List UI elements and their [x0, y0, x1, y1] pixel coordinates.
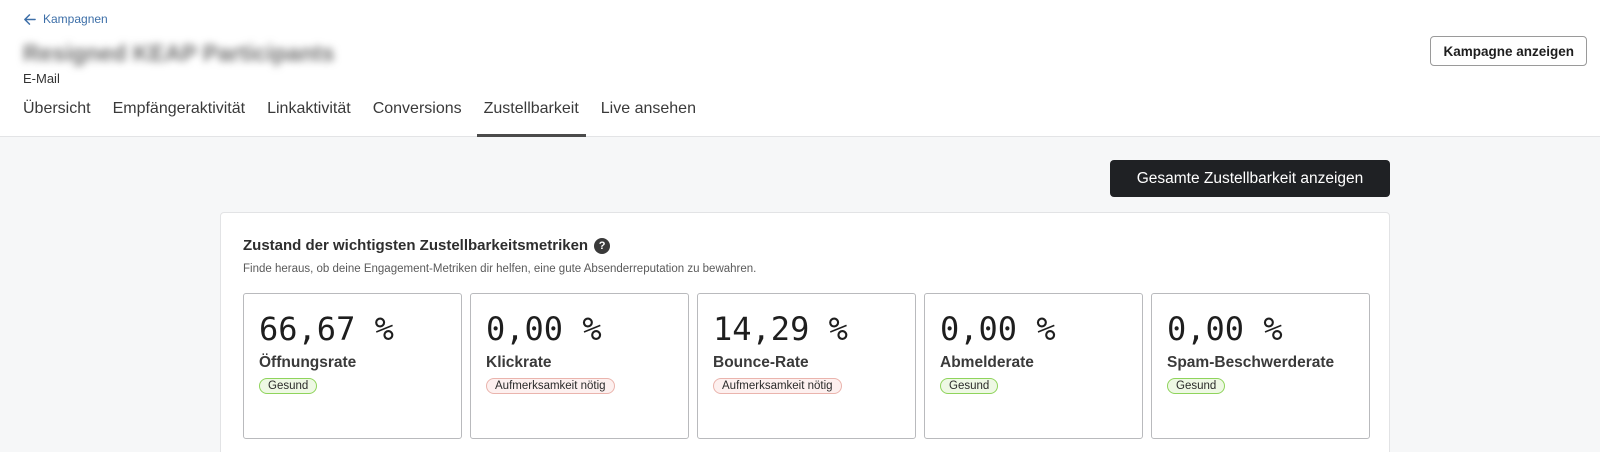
tab-link-activity[interactable]: Linkaktivität [260, 90, 358, 137]
campaign-type: E-Mail [23, 71, 60, 86]
metric-label: Öffnungsrate [259, 354, 357, 371]
metric-bounce-rate: 14,29 % Bounce-Rate Aufmerksamkeit nötig [697, 293, 916, 439]
metric-label: Spam-Beschwerderate [1167, 354, 1335, 371]
deliverability-metrics-card: Zustand der wichtigsten Zustellbarkeitsm… [220, 212, 1390, 452]
tab-recipient-activity[interactable]: Empfängeraktivität [106, 90, 253, 137]
card-subtitle: Finde heraus, ob deine Engagement-Metrik… [243, 263, 757, 275]
metric-value: 66,67 % [259, 310, 394, 348]
card-title-text: Zustand der wichtigsten Zustellbarkeitsm… [243, 237, 589, 254]
status-badge: Aufmerksamkeit nötig [486, 378, 615, 394]
status-badge: Gesund [940, 378, 999, 394]
tab-live-view[interactable]: Live ansehen [594, 90, 703, 137]
metric-value: 14,29 % [713, 310, 848, 348]
metric-unsubscribe-rate: 0,00 % Abmelderate Gesund [924, 293, 1143, 439]
tab-conversions[interactable]: Conversions [366, 90, 469, 137]
tab-overview[interactable]: Übersicht [16, 90, 98, 137]
back-link-label: Kampagnen [43, 12, 108, 26]
metric-value: 0,00 % [940, 310, 1056, 348]
view-campaign-button[interactable]: Kampagne anzeigen [1430, 36, 1587, 66]
tab-bar: Übersicht Empfängeraktivität Linkaktivit… [16, 90, 711, 137]
metric-spam-complaint-rate: 0,00 % Spam-Beschwerderate Gesund [1151, 293, 1370, 439]
tab-deliverability[interactable]: Zustellbarkeit [476, 90, 586, 137]
metric-value: 0,00 % [1167, 310, 1283, 348]
metric-click-rate: 0,00 % Klickrate Aufmerksamkeit nötig [470, 293, 689, 439]
metric-open-rate: 66,67 % Öffnungsrate Gesund [243, 293, 462, 439]
page-header: Kampagnen Resigned KEAP Participants E-M… [0, 0, 1600, 137]
overall-deliverability-button[interactable]: Gesamte Zustellbarkeit anzeigen [1110, 160, 1390, 197]
question-circle-icon[interactable]: ? [594, 237, 611, 254]
metric-tiles: 66,67 % Öffnungsrate Gesund 0,00 % Klick… [243, 293, 1370, 439]
status-badge: Gesund [259, 378, 318, 394]
card-title: Zustand der wichtigsten Zustellbarkeitsm… [243, 237, 611, 254]
metric-label: Bounce-Rate [713, 354, 809, 371]
arrow-left-icon [24, 13, 36, 25]
metric-value: 0,00 % [486, 310, 602, 348]
campaign-title: Resigned KEAP Participants [23, 40, 335, 66]
status-badge: Gesund [1167, 378, 1226, 394]
status-badge: Aufmerksamkeit nötig [713, 378, 842, 394]
metric-label: Abmelderate [940, 354, 1034, 371]
metric-label: Klickrate [486, 354, 552, 371]
back-to-campaigns-link[interactable]: Kampagnen [23, 12, 108, 26]
